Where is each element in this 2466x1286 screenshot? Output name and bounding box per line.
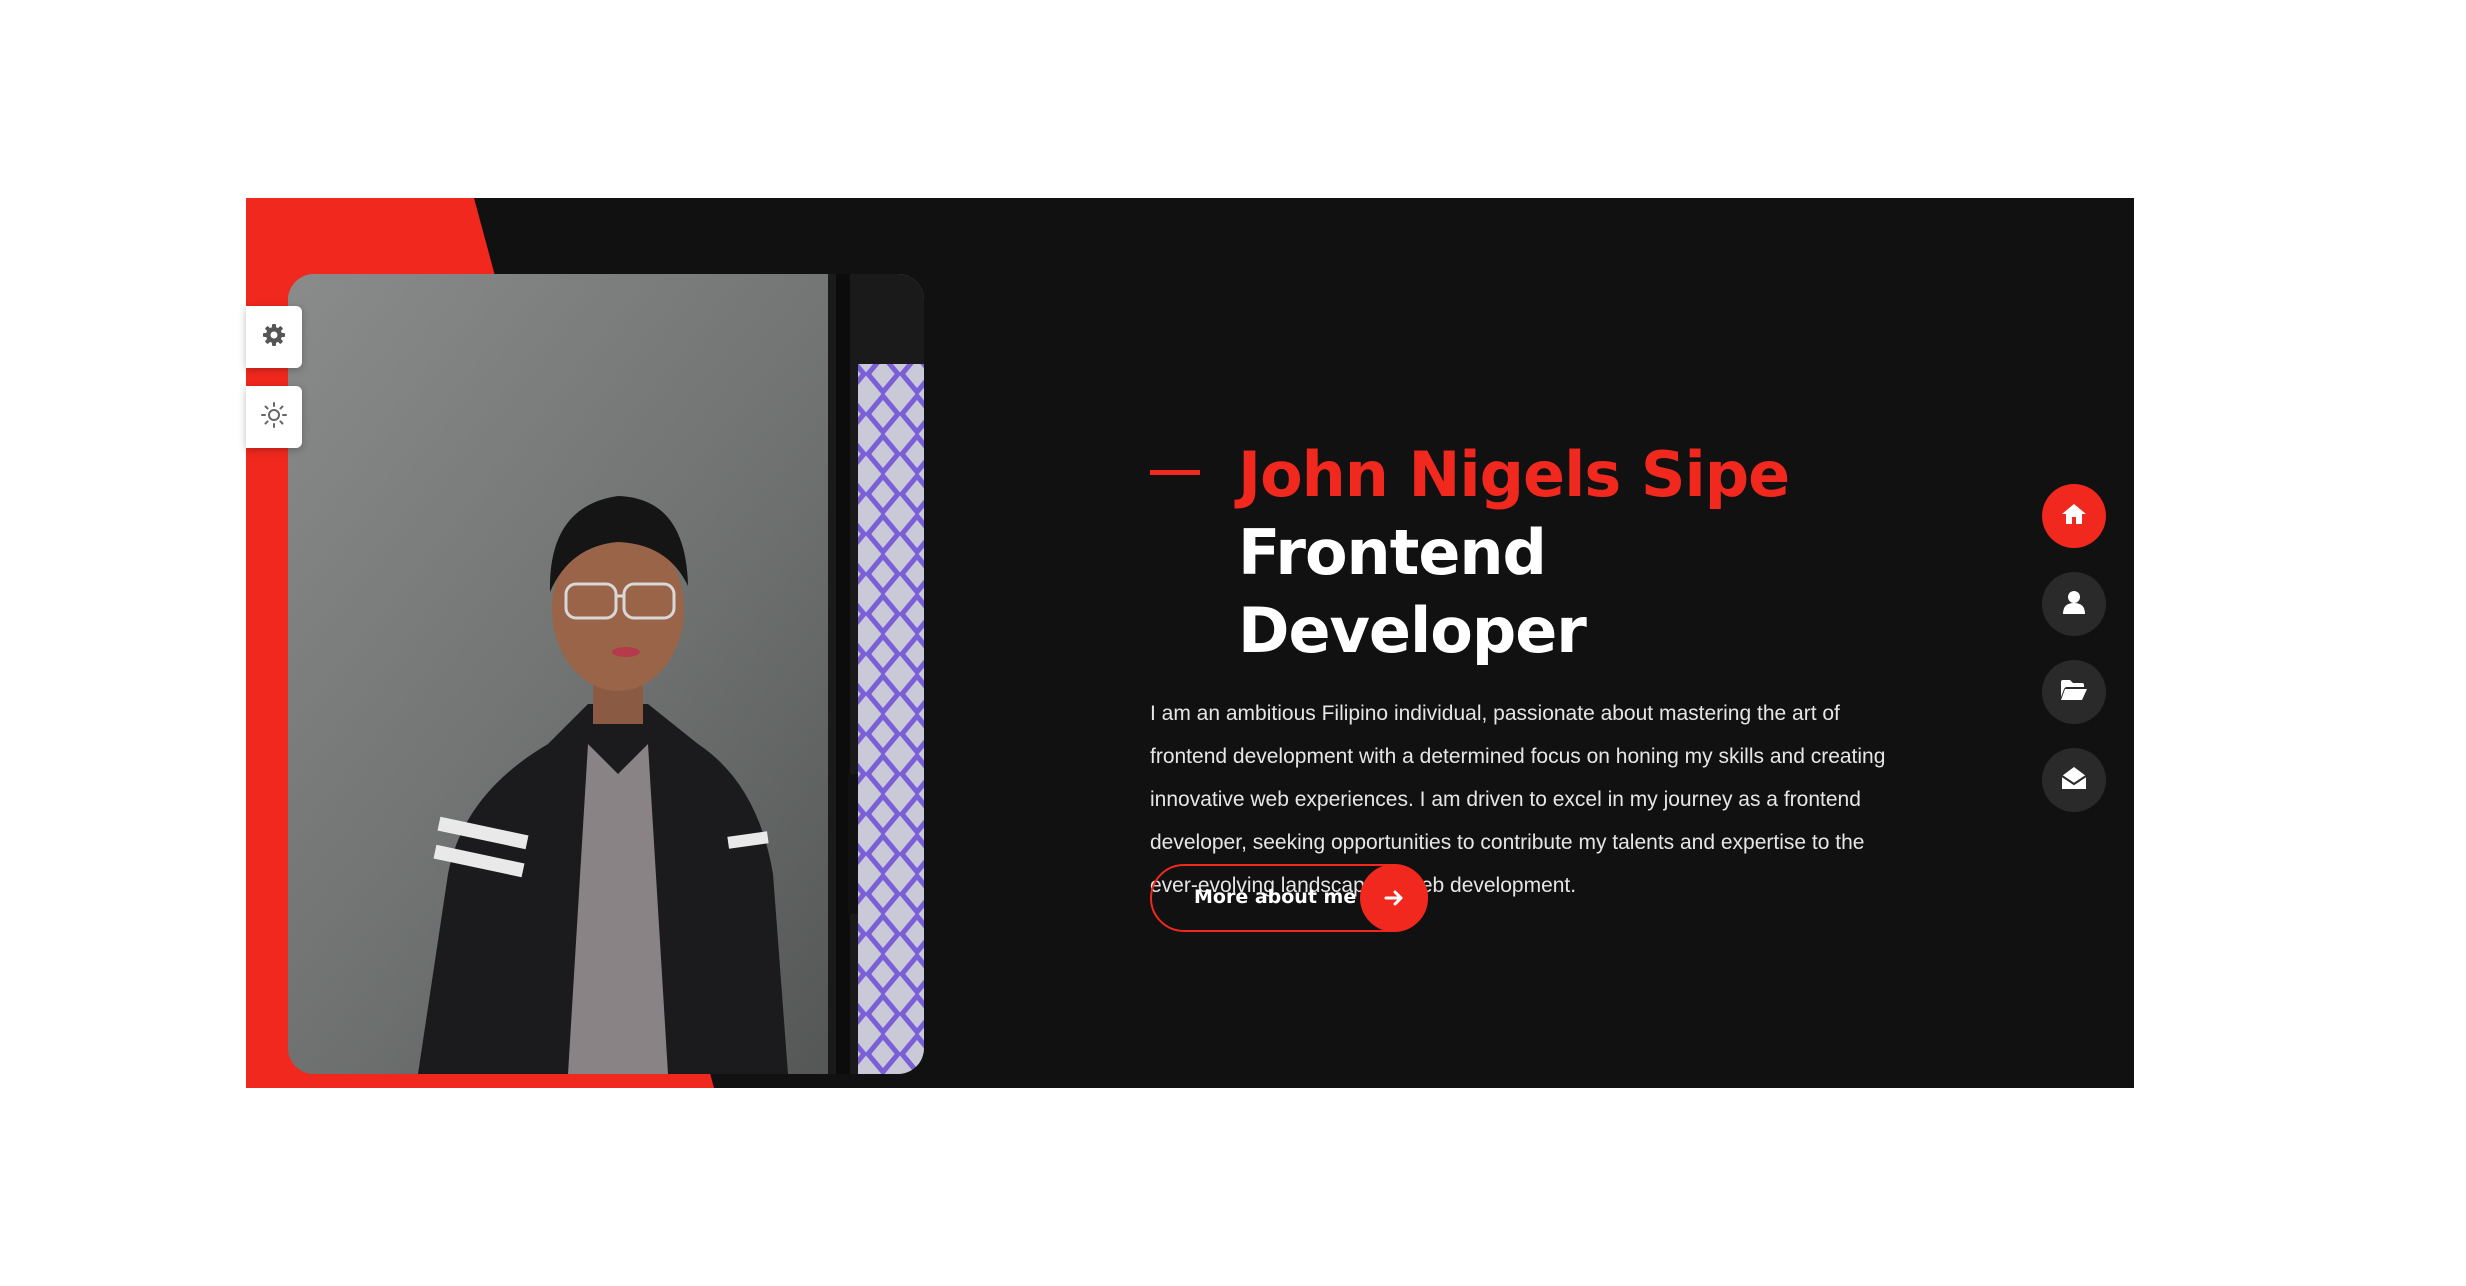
sun-icon [261, 402, 287, 432]
more-about-me-button[interactable]: More about me [1150, 864, 1428, 932]
hero-role: Frontend Developer [1238, 516, 1587, 667]
folder-open-icon [2060, 679, 2088, 705]
user-icon [2063, 590, 2085, 618]
hero-section: John Nigels Sipe Frontend Developer I am… [246, 198, 2134, 1088]
nav-about[interactable] [2042, 572, 2106, 636]
accent-dash [1150, 470, 1200, 475]
nav-home[interactable] [2042, 484, 2106, 548]
theme-toggle-button[interactable] [246, 386, 302, 448]
nav-portfolio[interactable] [2042, 660, 2106, 724]
settings-toggle-button[interactable] [246, 306, 302, 368]
arrow-right-icon[interactable] [1360, 864, 1428, 932]
page: John Nigels Sipe Frontend Developer I am… [0, 0, 2466, 1286]
hero-name: John Nigels Sipe [1238, 438, 1790, 511]
nav-contact[interactable] [2042, 748, 2106, 812]
more-about-me-label: More about me [1194, 886, 1357, 908]
gear-icon [262, 323, 286, 351]
home-icon [2061, 502, 2087, 530]
intro-block: John Nigels Sipe Frontend Developer I am… [1150, 436, 1910, 907]
envelope-open-icon [2061, 766, 2087, 794]
profile-photo [288, 274, 924, 1074]
